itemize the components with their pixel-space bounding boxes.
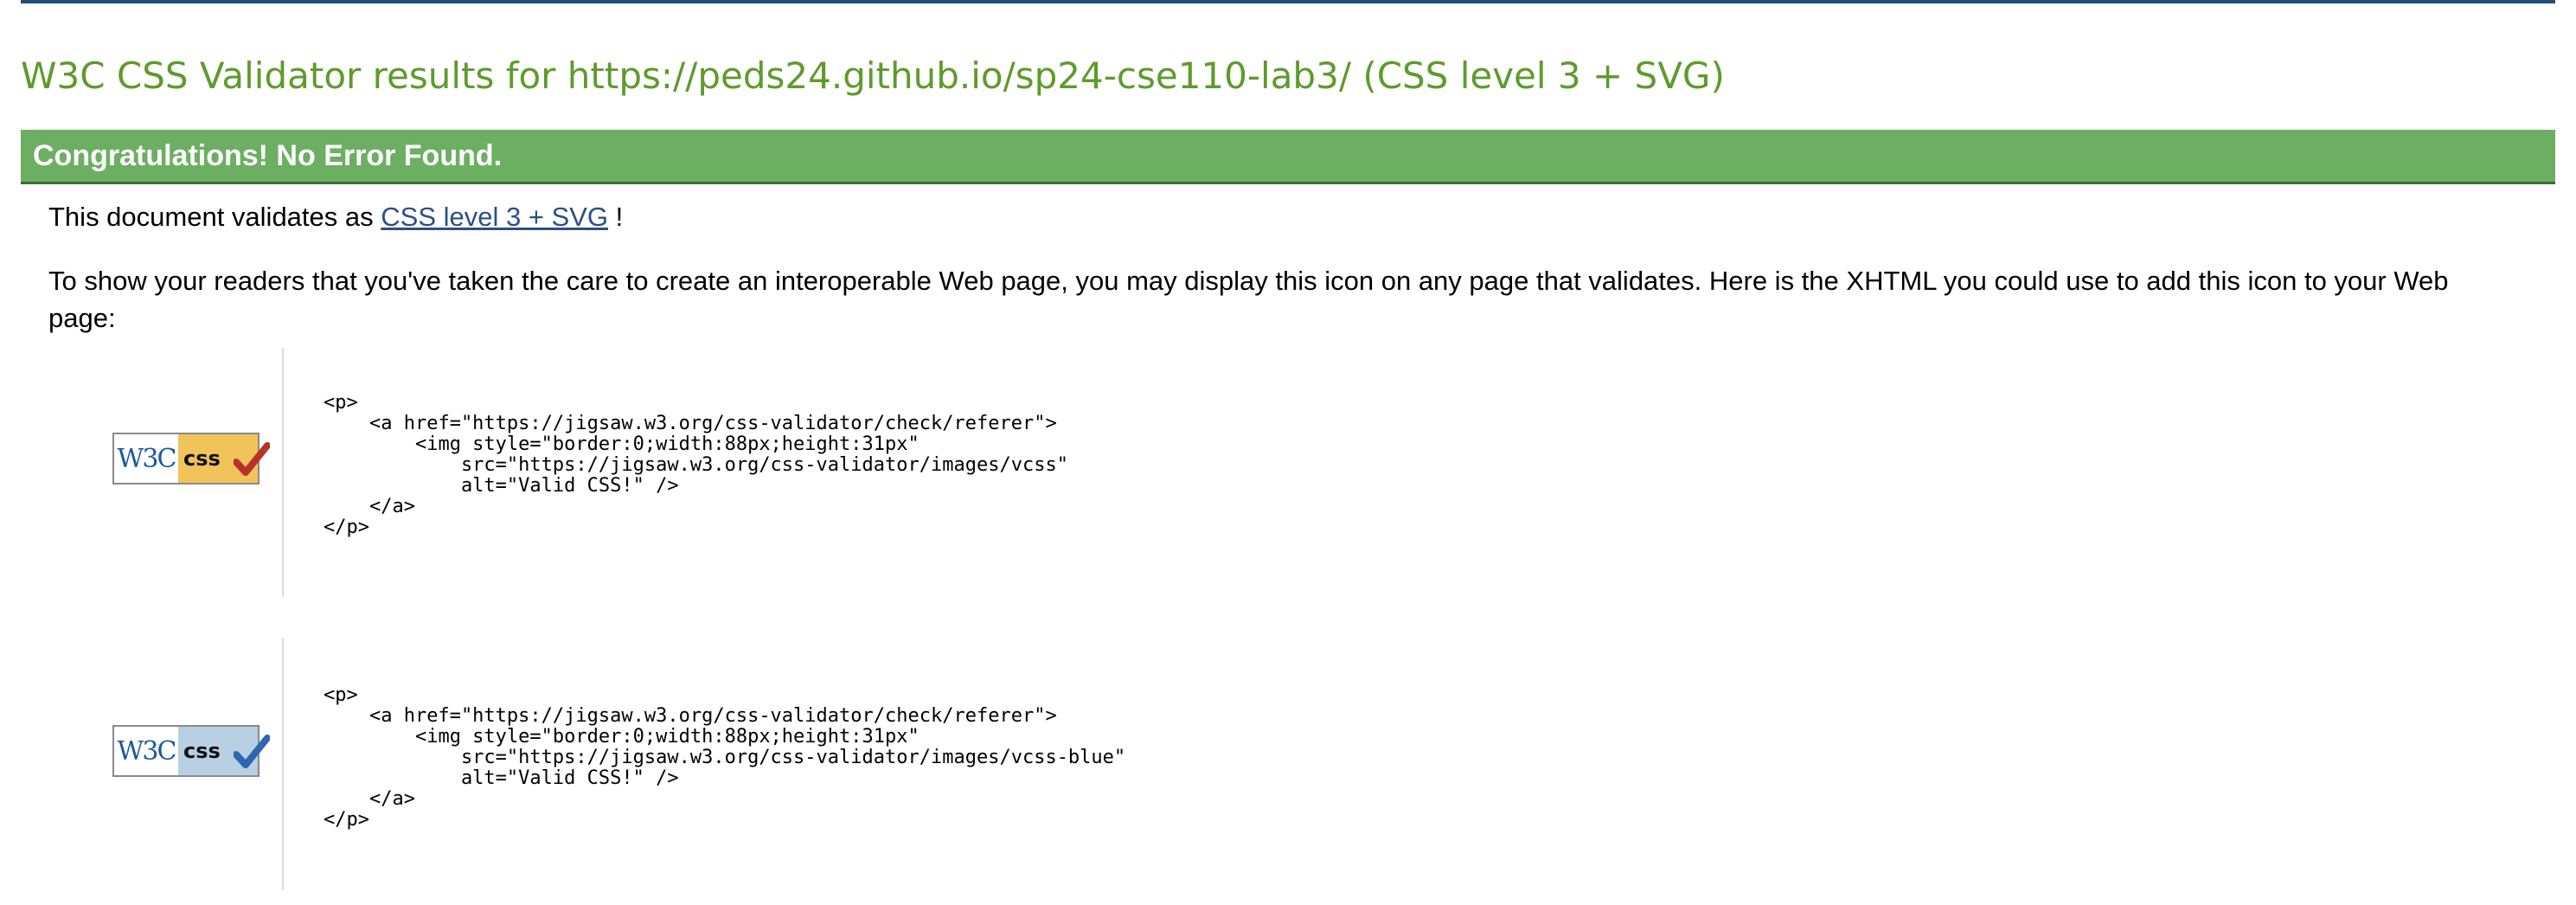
- badge-snippet-gold: W3C css <p> <a href="https://jigsaw.w3.o…: [48, 348, 1346, 597]
- validates-prefix: This document validates as: [48, 202, 381, 232]
- badge-snippet-blue: W3C css <p> <a href="https://jigsaw.w3.o…: [48, 639, 1346, 889]
- validates-statement: This document validates as CSS level 3 +…: [48, 198, 623, 235]
- badge-code-snippet[interactable]: <p> <a href="https://jigsaw.w3.org/css-v…: [324, 685, 1125, 831]
- success-banner: Congratulations! No Error Found.: [21, 130, 2555, 184]
- css-label-blue: css: [178, 727, 270, 775]
- w3c-logo: W3C: [114, 434, 178, 483]
- readers-note: To show your readers that you've taken t…: [48, 266, 2449, 333]
- valid-css-badge-blue: W3C css: [112, 725, 270, 777]
- red-check-icon: [234, 442, 270, 476]
- w3c-logo: W3C: [114, 727, 178, 775]
- blue-check-icon: [234, 735, 270, 768]
- valid-css-badge-gold: W3C css: [112, 433, 270, 485]
- page-title: W3C CSS Validator results for https://pe…: [21, 55, 1725, 97]
- success-message: Congratulations! No Error Found.: [33, 139, 503, 172]
- badge-cell: W3C css: [81, 639, 284, 889]
- css-label-text: css: [183, 446, 221, 471]
- css-label-text: css: [183, 739, 221, 763]
- css-profile-link[interactable]: CSS level 3 + SVG: [381, 202, 608, 232]
- validates-suffix: !: [608, 202, 624, 232]
- badge-code-snippet[interactable]: <p> <a href="https://jigsaw.w3.org/css-v…: [324, 393, 1068, 538]
- top-rule: [21, 0, 2555, 3]
- badge-cell: W3C css: [81, 348, 284, 597]
- css-label-gold: css: [178, 434, 270, 483]
